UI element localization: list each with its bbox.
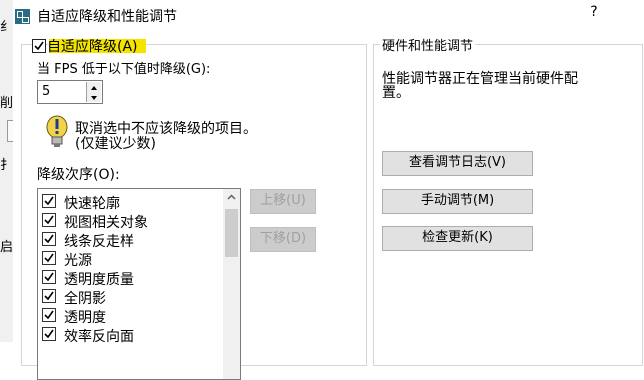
dialog-body: 自适应降级(A) 当 FPS 低于以下值时降级(G): 5 取消选中不应该降级的… — [13, 32, 644, 380]
list-item-label: 全阴影 — [64, 291, 106, 307]
fps-threshold-stepper[interactable]: 5 — [37, 80, 103, 104]
bg-fragment: 纟 — [0, 20, 13, 35]
list-item-label: 视图相关对象 — [64, 215, 148, 231]
tuner-description-line2: 置。 — [382, 85, 410, 101]
app-icon — [15, 9, 30, 24]
item-checkbox[interactable] — [42, 308, 56, 322]
list-item-label: 效率反向面 — [64, 329, 134, 345]
check-updates-button[interactable]: 检查更新(K) — [382, 226, 533, 251]
move-down-button[interactable]: 下移(D) — [250, 227, 316, 252]
fps-threshold-label: 当 FPS 低于以下值时降级(G): — [37, 62, 211, 77]
manual-tuning-button[interactable]: 手动调节(M) — [382, 189, 533, 214]
degradation-order-label: 降级次序(O): — [37, 167, 120, 183]
list-item-label: 透明度质量 — [64, 272, 134, 288]
info-note-line2: (仅建议少数) — [75, 136, 156, 152]
item-checkbox[interactable] — [42, 327, 56, 341]
list-item-label: 快速轮廓 — [64, 196, 120, 212]
item-checkbox[interactable] — [42, 251, 56, 265]
tuner-description-line1: 性能调节器正在管理当前硬件配 — [382, 71, 578, 87]
degradation-order-list[interactable]: 快速轮廓 视图相关对象 线条反走样 光源 透明度质量 全阴影 透明度 效率反向面 — [37, 188, 241, 380]
item-checkbox[interactable] — [42, 194, 56, 208]
list-scrollbar[interactable] — [223, 189, 240, 379]
checkbox-box[interactable] — [32, 39, 46, 53]
bg-fragment: 扌 — [0, 158, 13, 173]
move-up-button[interactable]: 上移(U) — [250, 189, 316, 214]
fps-threshold-value[interactable]: 5 — [42, 84, 50, 99]
list-item-label: 光源 — [64, 253, 92, 269]
dialog-window: 纟 削 扌 启 自适应降级和性能调节 ? 自适应降级(A) 当 FPS 低于以下… — [0, 0, 644, 380]
item-checkbox[interactable] — [42, 232, 56, 246]
list-item-label: 线条反走样 — [64, 234, 134, 250]
lightbulb-info-icon — [43, 114, 71, 150]
scrollbar-thumb[interactable] — [225, 209, 238, 257]
help-button[interactable]: ? — [586, 4, 602, 26]
item-checkbox[interactable] — [42, 270, 56, 284]
chevron-up-icon[interactable] — [223, 189, 240, 206]
window-title: 自适应降级和性能调节 — [37, 9, 177, 25]
adaptive-degradation-label: 自适应降级(A) — [47, 39, 138, 55]
list-item-label: 透明度 — [64, 310, 106, 326]
bg-fragment: 削 — [0, 96, 13, 111]
item-checkbox[interactable] — [42, 289, 56, 303]
hardware-group-title: 硬件和性能调节 — [380, 35, 476, 54]
view-tuning-log-button[interactable]: 查看调节日志(V) — [382, 151, 533, 176]
checkmark-icon — [34, 41, 44, 51]
bg-fragment: 启 — [0, 240, 13, 255]
title-bar: 自适应降级和性能调节 ? — [13, 0, 644, 32]
background-window-strip: 纟 削 扌 启 — [0, 0, 13, 342]
spin-down-icon[interactable] — [87, 92, 101, 102]
item-checkbox[interactable] — [42, 213, 56, 227]
